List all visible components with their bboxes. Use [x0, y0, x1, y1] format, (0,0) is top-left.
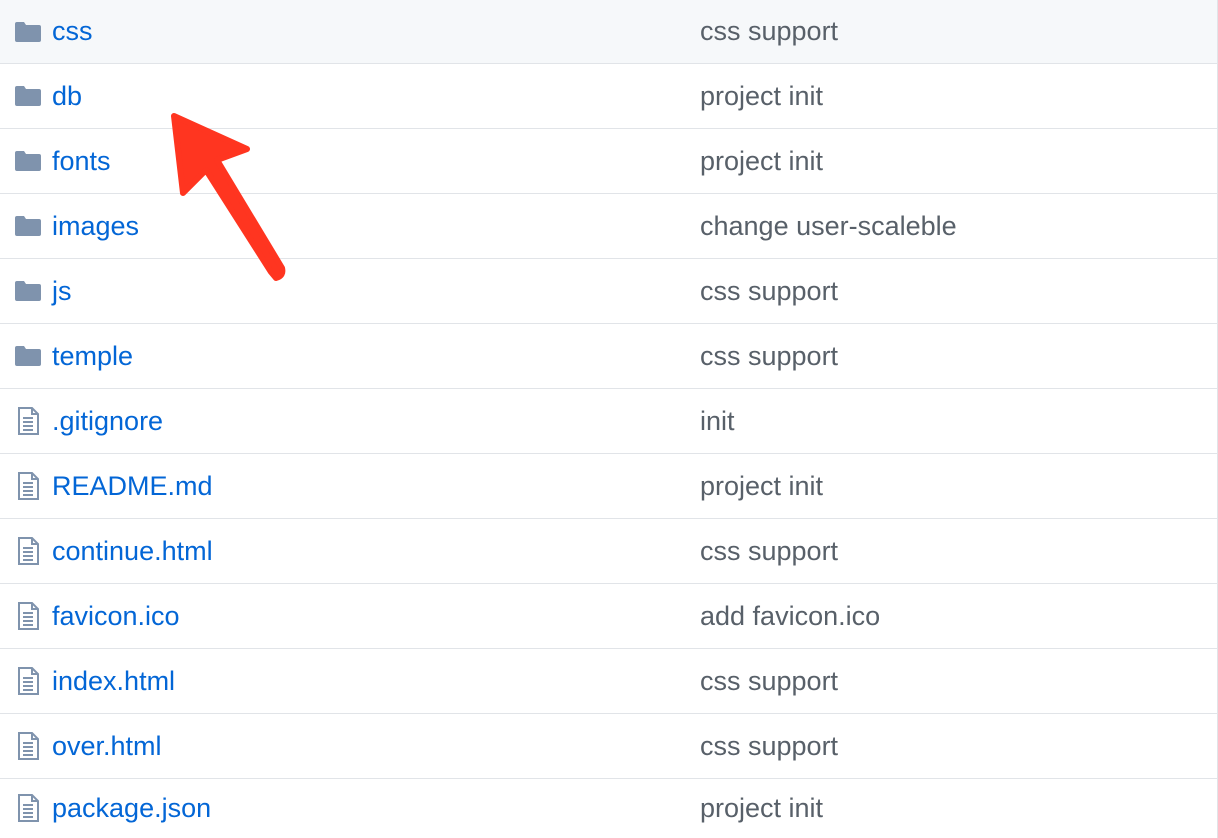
commit-message-link[interactable]: project init	[700, 471, 823, 502]
file-icon	[14, 794, 42, 822]
commit-message-link[interactable]: init	[700, 406, 735, 437]
file-row-css[interactable]: css css support	[0, 0, 1217, 64]
file-icon	[14, 602, 42, 630]
commit-message-link[interactable]: css support	[700, 536, 838, 567]
file-row-db[interactable]: db project init	[0, 64, 1217, 129]
file-row-temple[interactable]: temple css support	[0, 324, 1217, 389]
commit-message-link[interactable]: change user-scaleble	[700, 211, 957, 242]
file-name-link[interactable]: css	[52, 16, 93, 47]
file-row-continue[interactable]: continue.html css support	[0, 519, 1217, 584]
file-name-link[interactable]: images	[52, 211, 139, 242]
file-name-link[interactable]: favicon.ico	[52, 601, 180, 632]
file-name-link[interactable]: package.json	[52, 793, 211, 824]
file-row-js[interactable]: js css support	[0, 259, 1217, 324]
file-row-over[interactable]: over.html css support	[0, 714, 1217, 779]
file-name-link[interactable]: js	[52, 276, 72, 307]
file-name-link[interactable]: temple	[52, 341, 133, 372]
commit-message-link[interactable]: css support	[700, 16, 838, 47]
file-name-link[interactable]: fonts	[52, 146, 111, 177]
file-icon	[14, 667, 42, 695]
file-icon	[14, 732, 42, 760]
commit-message-link[interactable]: css support	[700, 666, 838, 697]
file-name-link[interactable]: index.html	[52, 666, 175, 697]
file-name-link[interactable]: over.html	[52, 731, 162, 762]
commit-message-link[interactable]: css support	[700, 341, 838, 372]
folder-icon	[14, 148, 42, 174]
commit-message-link[interactable]: project init	[700, 146, 823, 177]
file-row-gitignore[interactable]: .gitignore init	[0, 389, 1217, 454]
file-row-favicon[interactable]: favicon.ico add favicon.ico	[0, 584, 1217, 649]
file-name-link[interactable]: db	[52, 81, 82, 112]
file-icon	[14, 472, 42, 500]
file-icon	[14, 537, 42, 565]
folder-icon	[14, 83, 42, 109]
file-row-images[interactable]: images change user-scaleble	[0, 194, 1217, 259]
file-row-package[interactable]: package.json project init	[0, 779, 1217, 834]
file-name-link[interactable]: README.md	[52, 471, 213, 502]
file-row-readme[interactable]: README.md project init	[0, 454, 1217, 519]
commit-message-link[interactable]: css support	[700, 731, 838, 762]
folder-icon	[14, 278, 42, 304]
commit-message-link[interactable]: project init	[700, 81, 823, 112]
file-icon	[14, 407, 42, 435]
file-row-fonts[interactable]: fonts project init	[0, 129, 1217, 194]
file-list: css css support db project init fonts pr…	[0, 0, 1218, 838]
file-name-link[interactable]: .gitignore	[52, 406, 163, 437]
commit-message-link[interactable]: project init	[700, 793, 823, 824]
commit-message-link[interactable]: css support	[700, 276, 838, 307]
folder-icon	[14, 213, 42, 239]
file-row-index[interactable]: index.html css support	[0, 649, 1217, 714]
commit-message-link[interactable]: add favicon.ico	[700, 601, 880, 632]
file-name-link[interactable]: continue.html	[52, 536, 213, 567]
folder-icon	[14, 19, 42, 45]
folder-icon	[14, 343, 42, 369]
